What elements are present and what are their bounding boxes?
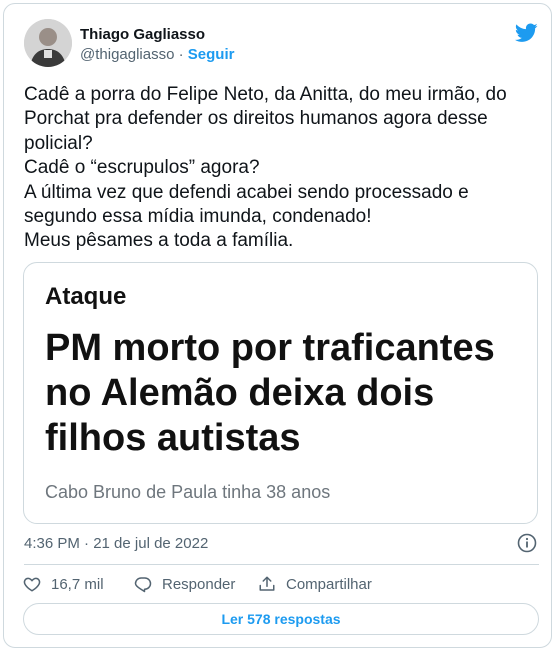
reply-icon bbox=[134, 577, 152, 593]
embed-headline-line: no Alemão deixa dois bbox=[45, 372, 435, 414]
heart-icon bbox=[23, 577, 41, 592]
share-label: Compartilhar bbox=[286, 575, 372, 593]
like-button[interactable]: 16,7 mil bbox=[23, 573, 104, 595]
tweet-text-line: policial? bbox=[24, 132, 93, 154]
share-button[interactable]: Compartilhar bbox=[258, 573, 372, 595]
divider bbox=[24, 564, 539, 565]
author-name[interactable]: Thiago Gagliasso bbox=[80, 26, 205, 43]
like-count: 16,7 mil bbox=[51, 575, 104, 593]
tweet-text-line: Cadê a porra do Felipe Neto, da Anitta, … bbox=[24, 84, 507, 105]
reply-button[interactable]: Responder bbox=[134, 573, 235, 595]
info-icon[interactable] bbox=[517, 533, 537, 553]
avatar[interactable] bbox=[24, 19, 72, 67]
twitter-bird-icon[interactable] bbox=[515, 23, 538, 43]
tweet-text-line: Porchat pra defender os direitos humanos… bbox=[24, 108, 488, 130]
author-handle-row: @thigagliasso · Seguir bbox=[80, 46, 234, 63]
tweet-text-line: A última vez que defendi acabei sendo pr… bbox=[24, 181, 469, 203]
tweet-text-line: Cadê o “escrupulos” agora? bbox=[24, 157, 260, 179]
embed-headline: PM morto por traficantes no Alemão deixa… bbox=[45, 326, 495, 461]
embed-headline-line: PM morto por traficantes bbox=[45, 327, 495, 369]
share-icon bbox=[259, 576, 275, 591]
embed-headline-line: filhos autistas bbox=[45, 417, 301, 459]
tweet-text-line: segundo essa mídia imunda, condenado! bbox=[24, 206, 372, 228]
embed-subtitle: Cabo Bruno de Paula tinha 38 anos bbox=[45, 482, 331, 502]
embedded-image-card[interactable]: Ataque PM morto por traficantes no Alemã… bbox=[23, 262, 538, 524]
tweet-text-line: Meus pêsames a toda a família. bbox=[24, 230, 294, 252]
follow-button[interactable]: Seguir bbox=[188, 46, 235, 63]
separator-dot: · bbox=[178, 46, 184, 63]
reply-label: Responder bbox=[162, 575, 236, 593]
tweet-timestamp[interactable]: 4:36 PM · 21 de jul de 2022 bbox=[24, 535, 208, 552]
tweet-card: Thiago Gagliasso @thigagliasso · Seguir … bbox=[3, 3, 552, 648]
tweet-text: Cadê a porra do Felipe Neto, da Anitta, … bbox=[24, 83, 544, 254]
read-replies-button[interactable]: Ler 578 respostas bbox=[23, 603, 539, 635]
author-handle[interactable]: @thigagliasso bbox=[80, 46, 174, 63]
embed-kicker: Ataque bbox=[45, 283, 127, 310]
